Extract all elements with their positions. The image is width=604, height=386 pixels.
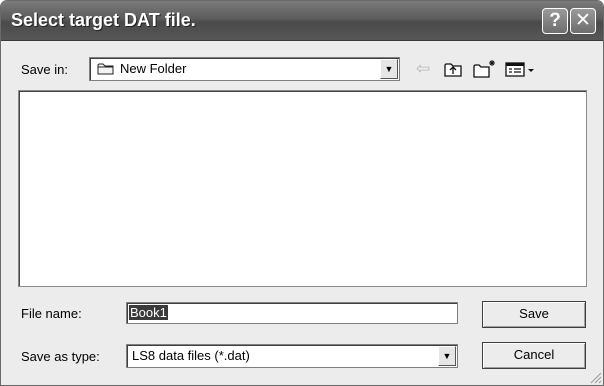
up-one-level-button[interactable] bbox=[442, 58, 464, 80]
save-as-type-dropdown[interactable]: LS8 data files (*.dat) ▼ bbox=[126, 344, 458, 368]
help-icon: ? bbox=[549, 10, 561, 31]
save-in-value: New Folder bbox=[120, 61, 187, 76]
title-bar[interactable]: Select target DAT file. ? ✕ bbox=[1, 1, 603, 41]
close-icon: ✕ bbox=[575, 10, 591, 31]
save-dialog: Select target DAT file. ? ✕ Save in: New… bbox=[0, 0, 604, 386]
views-menu-icon bbox=[505, 62, 534, 77]
view-menu-button[interactable] bbox=[503, 58, 541, 80]
chevron-down-icon: ▼ bbox=[442, 351, 452, 361]
file-name-input[interactable]: Book1 bbox=[126, 302, 458, 324]
dialog-title: Select target DAT file. bbox=[11, 10, 196, 30]
chevron-down-icon: ▼ bbox=[384, 64, 394, 74]
new-folder-icon bbox=[473, 60, 495, 78]
folder-icon bbox=[97, 63, 114, 75]
file-list[interactable] bbox=[18, 90, 587, 287]
save-in-dropdown[interactable]: New Folder ▼ bbox=[89, 57, 400, 81]
cancel-button[interactable]: Cancel bbox=[482, 342, 586, 369]
close-button[interactable]: ✕ bbox=[570, 8, 596, 34]
save-button[interactable]: Save bbox=[482, 301, 586, 328]
help-button[interactable]: ? bbox=[542, 8, 568, 34]
save-in-label: Save in: bbox=[21, 62, 68, 77]
resize-grip-icon[interactable] bbox=[588, 370, 602, 384]
back-button[interactable]: ⇦ bbox=[412, 58, 434, 80]
file-name-label: File name: bbox=[21, 306, 82, 321]
save-as-type-value: LS8 data files (*.dat) bbox=[132, 348, 250, 363]
save-as-type-label: Save as type: bbox=[21, 349, 100, 364]
create-new-folder-button[interactable] bbox=[472, 58, 498, 80]
back-arrow-icon: ⇦ bbox=[415, 59, 431, 78]
save-in-dropdown-button[interactable]: ▼ bbox=[380, 59, 398, 79]
up-folder-icon bbox=[444, 63, 462, 77]
save-as-type-dropdown-button[interactable]: ▼ bbox=[438, 346, 456, 366]
file-name-value: Book1 bbox=[129, 305, 168, 320]
